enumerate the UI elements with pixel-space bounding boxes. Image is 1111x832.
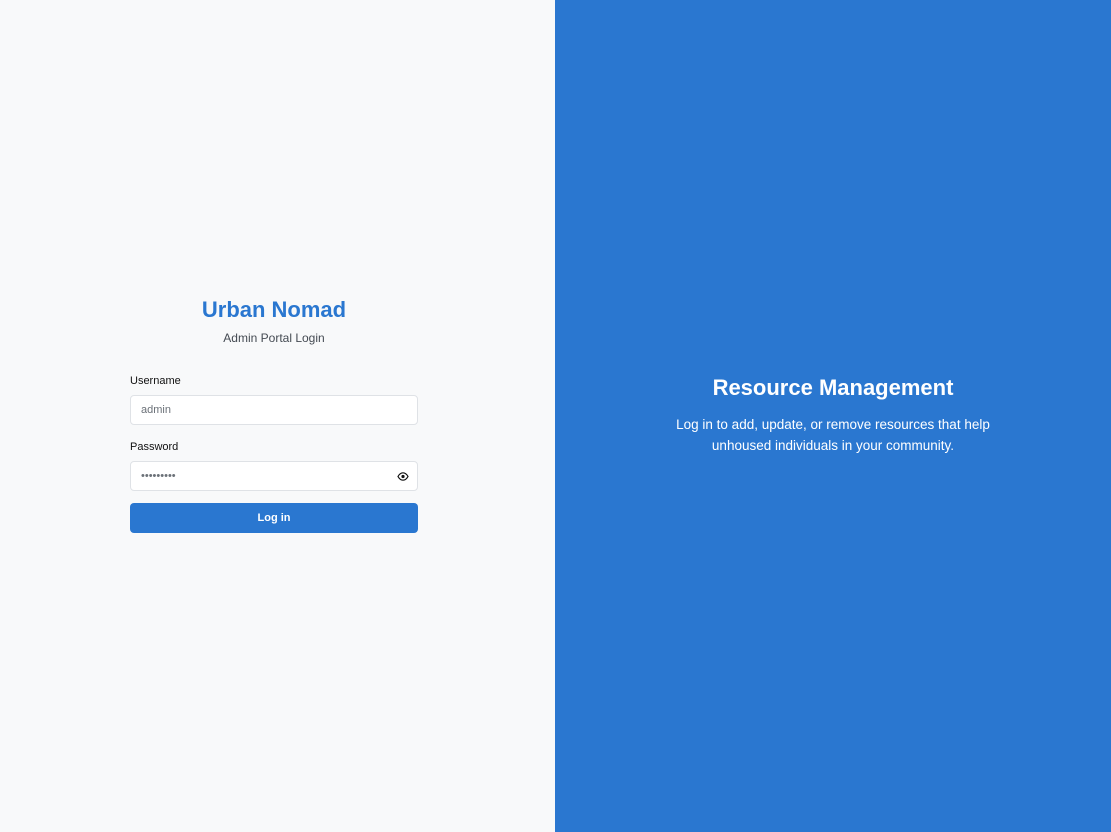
- login-card: Urban Nomad Admin Portal Login Username …: [130, 296, 418, 533]
- login-button[interactable]: Log in: [130, 503, 418, 533]
- brand-title: Urban Nomad: [201, 297, 347, 322]
- login-form: Username Password Log in: [130, 374, 418, 533]
- promo-content: Resource Management Log in to add, updat…: [555, 374, 1111, 456]
- username-input[interactable]: [130, 395, 418, 425]
- password-input[interactable]: [130, 461, 418, 491]
- password-label: Password: [130, 441, 179, 453]
- resource-management-panel: Resource Management Log in to add, updat…: [555, 0, 1111, 832]
- promo-description: Log in to add, update, or remove resourc…: [676, 417, 990, 453]
- username-field-wrapper: [130, 395, 418, 425]
- username-label: Username: [130, 375, 181, 387]
- login-page: Urban Nomad Admin Portal Login Username …: [0, 0, 1111, 832]
- eye-icon[interactable]: [396, 470, 410, 482]
- password-field-wrapper: [130, 461, 418, 491]
- promo-title: Resource Management: [712, 375, 954, 400]
- login-panel: Urban Nomad Admin Portal Login Username …: [0, 0, 555, 832]
- page-subtitle: Admin Portal Login: [223, 331, 325, 345]
